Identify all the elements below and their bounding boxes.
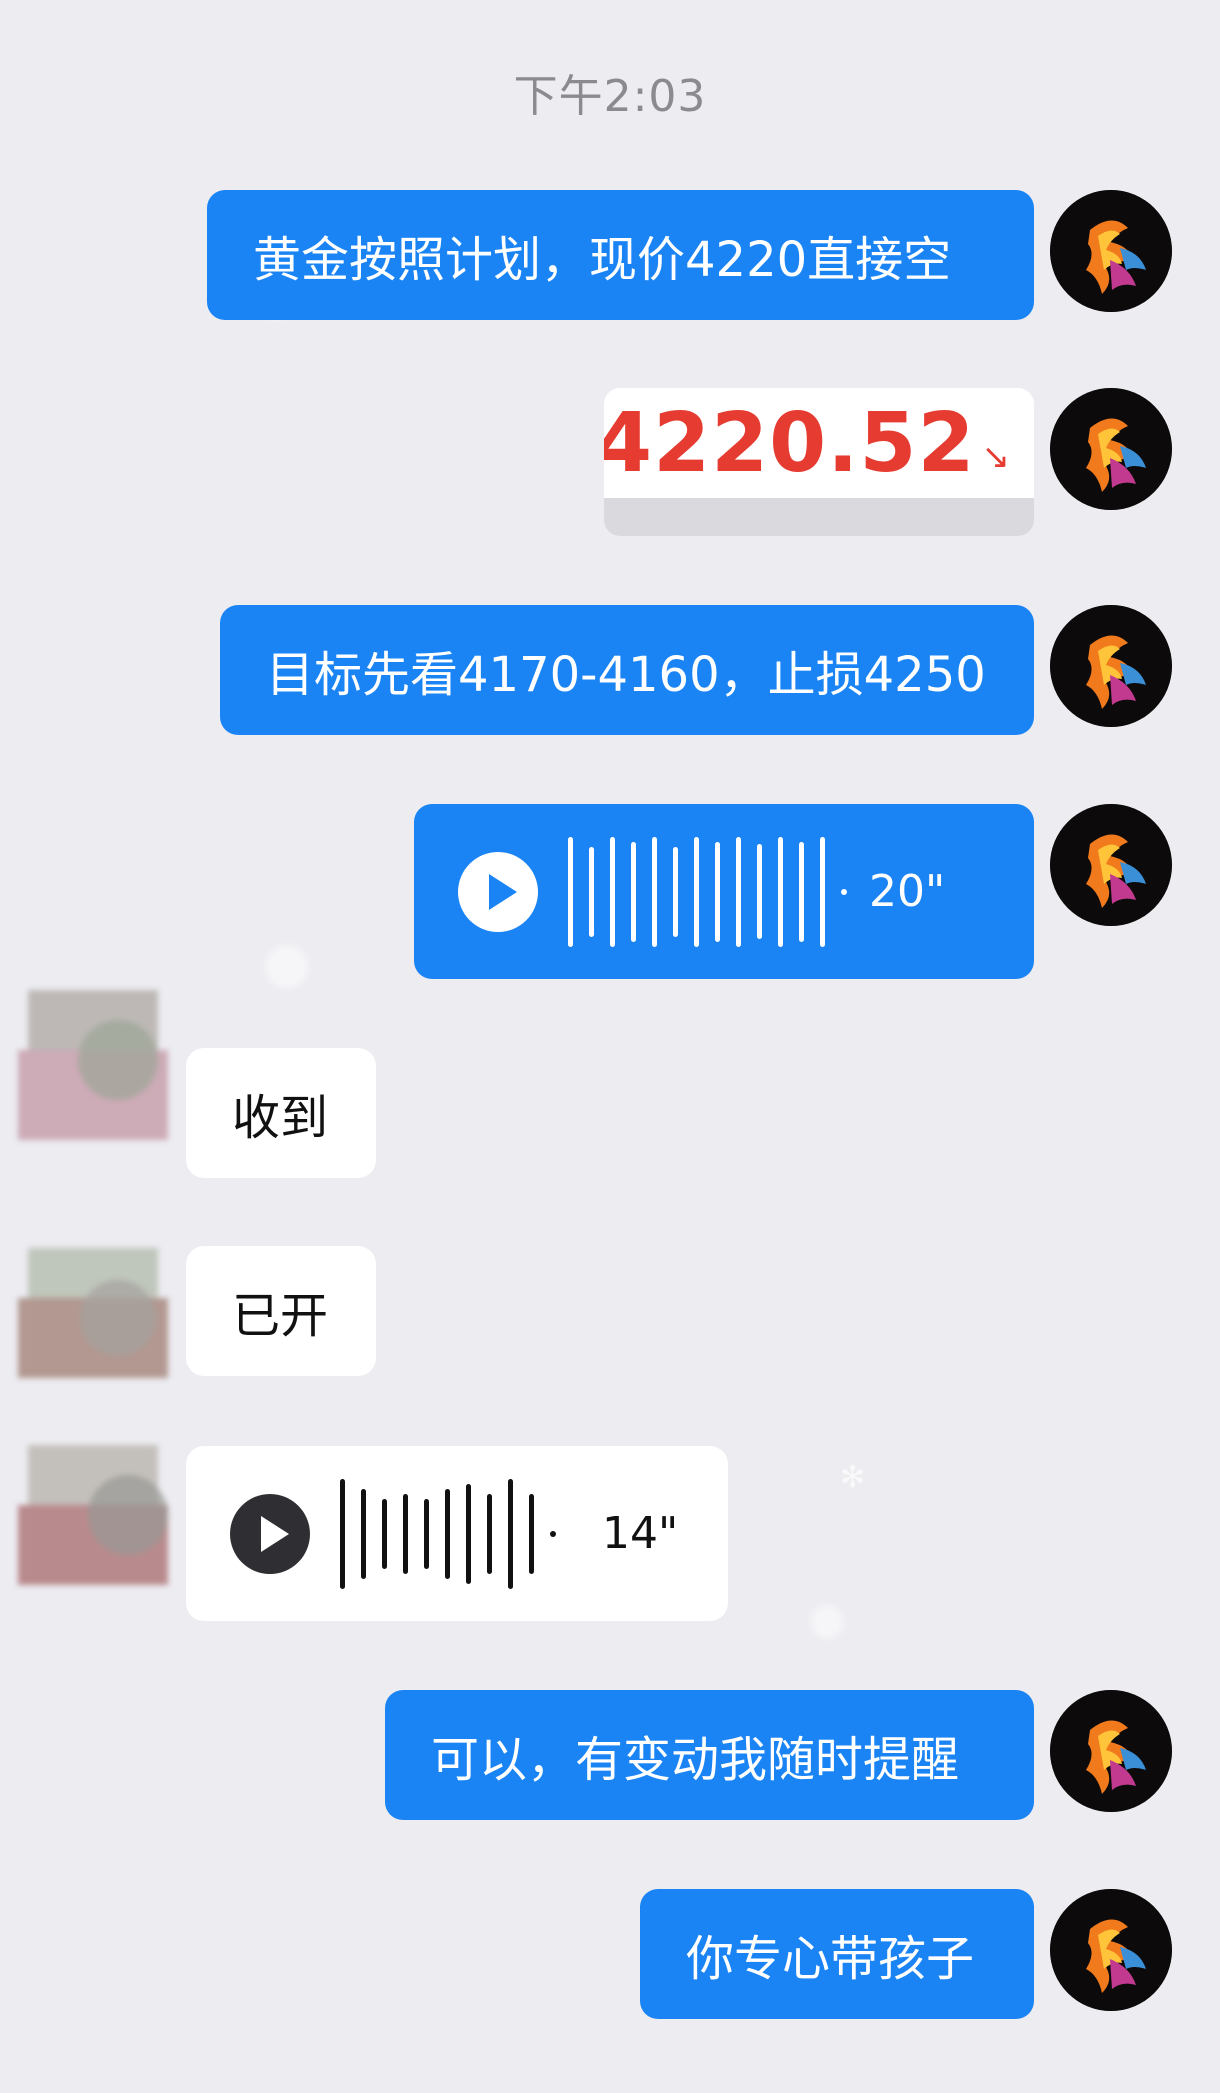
price-value: 4220.52 <box>604 395 976 491</box>
contact-avatar-blurred[interactable] <box>18 980 168 1150</box>
price-quote-image[interactable]: 4220.52 ↘ <box>604 388 1034 536</box>
received-message-bubble[interactable]: 已开 <box>186 1246 376 1376</box>
snowflake-icon: ✻ <box>840 1460 866 1495</box>
voice-wave-icon <box>340 1478 550 1589</box>
message-text: 黄金按照计划，现价4220直接空 <box>253 232 952 288</box>
user-avatar[interactable] <box>1050 804 1172 926</box>
message-text: 你专心带孩子 <box>686 1931 975 1987</box>
wave-dot <box>841 888 847 895</box>
user-avatar[interactable] <box>1050 190 1172 312</box>
flame-horse-avatar-icon <box>1050 1889 1172 2011</box>
received-voice-message[interactable]: 14" <box>186 1446 728 1621</box>
flame-horse-avatar-icon <box>1050 1690 1172 1812</box>
quote-footer <box>604 498 1034 536</box>
message-text: 可以，有变动我随时提醒 <box>431 1732 960 1788</box>
user-avatar[interactable] <box>1050 1690 1172 1812</box>
play-icon[interactable] <box>230 1493 310 1574</box>
sent-message-bubble[interactable]: 可以，有变动我随时提醒 <box>385 1690 1034 1820</box>
contact-avatar-blurred[interactable] <box>18 1425 168 1595</box>
wave-dot <box>550 1530 556 1537</box>
sent-message-bubble[interactable]: 你专心带孩子 <box>640 1889 1034 2019</box>
flame-horse-avatar-icon <box>1050 605 1172 727</box>
message-text: 收到 <box>232 1090 329 1146</box>
sent-voice-message[interactable]: 20" <box>414 804 1034 979</box>
received-message-bubble[interactable]: 收到 <box>186 1048 376 1178</box>
message-text: 目标先看4170-4160，止损4250 <box>266 647 986 703</box>
flame-horse-avatar-icon <box>1050 388 1172 510</box>
voice-wave-icon <box>568 836 841 947</box>
user-avatar[interactable] <box>1050 605 1172 727</box>
play-icon[interactable] <box>458 851 538 932</box>
user-avatar[interactable] <box>1050 388 1172 510</box>
user-avatar[interactable] <box>1050 1889 1172 2011</box>
message-text: 已开 <box>232 1288 329 1344</box>
voice-duration: 20" <box>869 866 946 917</box>
flame-horse-avatar-icon <box>1050 804 1172 926</box>
contact-avatar-blurred[interactable] <box>18 1228 168 1398</box>
background-spot <box>810 1605 844 1639</box>
flame-horse-avatar-icon <box>1050 190 1172 312</box>
sent-message-bubble[interactable]: 目标先看4170-4160，止损4250 <box>220 605 1034 735</box>
voice-duration: 14" <box>602 1508 679 1559</box>
down-arrow-icon: ↘ <box>981 437 1011 477</box>
sent-message-bubble[interactable]: 黄金按照计划，现价4220直接空 <box>207 190 1034 320</box>
background-spot <box>265 945 309 989</box>
time-separator: 下午2:03 <box>513 71 707 122</box>
